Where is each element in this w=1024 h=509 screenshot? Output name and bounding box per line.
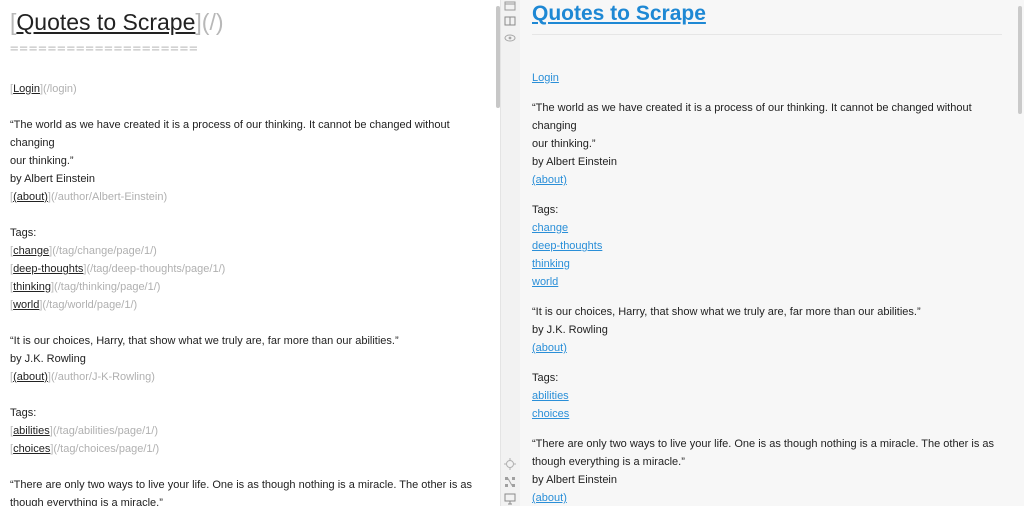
monitor-icon[interactable]: [504, 493, 516, 505]
md-quote-text: our thinking.”: [10, 155, 74, 167]
preview-scrollbar-thumb[interactable]: [1018, 6, 1022, 114]
preview-about-link[interactable]: (about): [532, 174, 567, 186]
md-tags-label: Tags:: [10, 227, 37, 239]
preview-tag-link[interactable]: world: [532, 276, 558, 288]
md-tag-link: [change](/tag/change/page/1/): [10, 245, 157, 257]
window-icon[interactable]: [504, 1, 516, 13]
preview-quote-text: “There are only two ways to live your li…: [532, 438, 995, 450]
md-tag-link: [world](/tag/world/page/1/): [10, 299, 138, 311]
preview-tag-link[interactable]: thinking: [532, 258, 570, 270]
md-about-link: [(about)](/author/Albert-Einstein): [10, 191, 168, 203]
md-login-link: [Login](/login): [10, 83, 77, 95]
md-tag-link: [thinking](/tag/thinking/page/1/): [10, 281, 161, 293]
md-tag-link: [abilities](/tag/abilities/page/1/): [10, 425, 158, 437]
md-heading-text: Quotes to Scrape: [16, 9, 196, 35]
md-quote-text: though everything is a miracle.”: [10, 497, 163, 506]
md-heading-url: (/): [201, 9, 224, 35]
preview-about-link[interactable]: (about): [532, 492, 567, 504]
markdown-preview: Quotes to Scrape Login “The world as we …: [520, 0, 1024, 506]
preview-quote-author: by Albert Einstein: [532, 474, 617, 486]
preview-tags-label: Tags:: [532, 204, 559, 216]
md-about-link: [(about)](/author/J-K-Rowling): [10, 371, 155, 383]
preview-quote-author: by J.K. Rowling: [532, 324, 608, 336]
md-quote-author: by Albert Einstein: [10, 173, 95, 185]
pane-gutter: [500, 0, 521, 506]
preview-login-link[interactable]: Login: [532, 72, 559, 84]
preview-quote-author: by Albert Einstein: [532, 156, 617, 168]
preview-quote-text: “The world as we have created it is a pr…: [532, 102, 972, 132]
preview-about-link[interactable]: (about): [532, 342, 567, 354]
md-tag-link: [choices](/tag/choices/page/1/): [10, 443, 160, 455]
split-view-icon[interactable]: [504, 16, 516, 28]
crosshair-icon[interactable]: [504, 458, 516, 470]
md-heading-rule: ====================: [10, 41, 199, 57]
md-quote-text: “It is our choices, Harry, that show wha…: [10, 335, 399, 347]
markdown-editor[interactable]: [Quotes to Scrape](/) ==================…: [0, 0, 500, 506]
preview-tag-link[interactable]: abilities: [532, 390, 569, 402]
preview-title: Quotes to Scrape: [532, 0, 1002, 35]
preview-quote-1: “The world as we have created it is a pr…: [532, 99, 1002, 291]
md-heading: [Quotes to Scrape](/): [10, 6, 490, 38]
md-quote-2: “It is our choices, Harry, that show wha…: [10, 332, 490, 458]
preview-quote-text: though everything is a miracle.”: [532, 456, 685, 468]
md-quote-3: “There are only two ways to live your li…: [10, 476, 490, 506]
preview-quote-2: “It is our choices, Harry, that show wha…: [532, 303, 1002, 423]
preview-title-link[interactable]: Quotes to Scrape: [532, 2, 706, 25]
md-quote-author: by J.K. Rowling: [10, 353, 86, 365]
md-quote-text: “The world as we have created it is a pr…: [10, 119, 450, 149]
md-tag-link: [deep-thoughts](/tag/deep-thoughts/page/…: [10, 263, 226, 275]
preview-quote-3: “There are only two ways to live your li…: [532, 435, 1002, 506]
preview-tag-link[interactable]: choices: [532, 408, 569, 420]
eye-icon[interactable]: [504, 33, 516, 45]
preview-tags-label: Tags:: [532, 372, 559, 384]
preview-quote-text: our thinking.”: [532, 138, 596, 150]
md-tags-label: Tags:: [10, 407, 37, 419]
nodes-icon[interactable]: [504, 476, 516, 488]
preview-quote-text: “It is our choices, Harry, that show wha…: [532, 306, 921, 318]
preview-tag-link[interactable]: deep-thoughts: [532, 240, 602, 252]
md-quote-1: “The world as we have created it is a pr…: [10, 116, 490, 314]
preview-tag-link[interactable]: change: [532, 222, 568, 234]
md-quote-text: “There are only two ways to live your li…: [10, 479, 473, 491]
